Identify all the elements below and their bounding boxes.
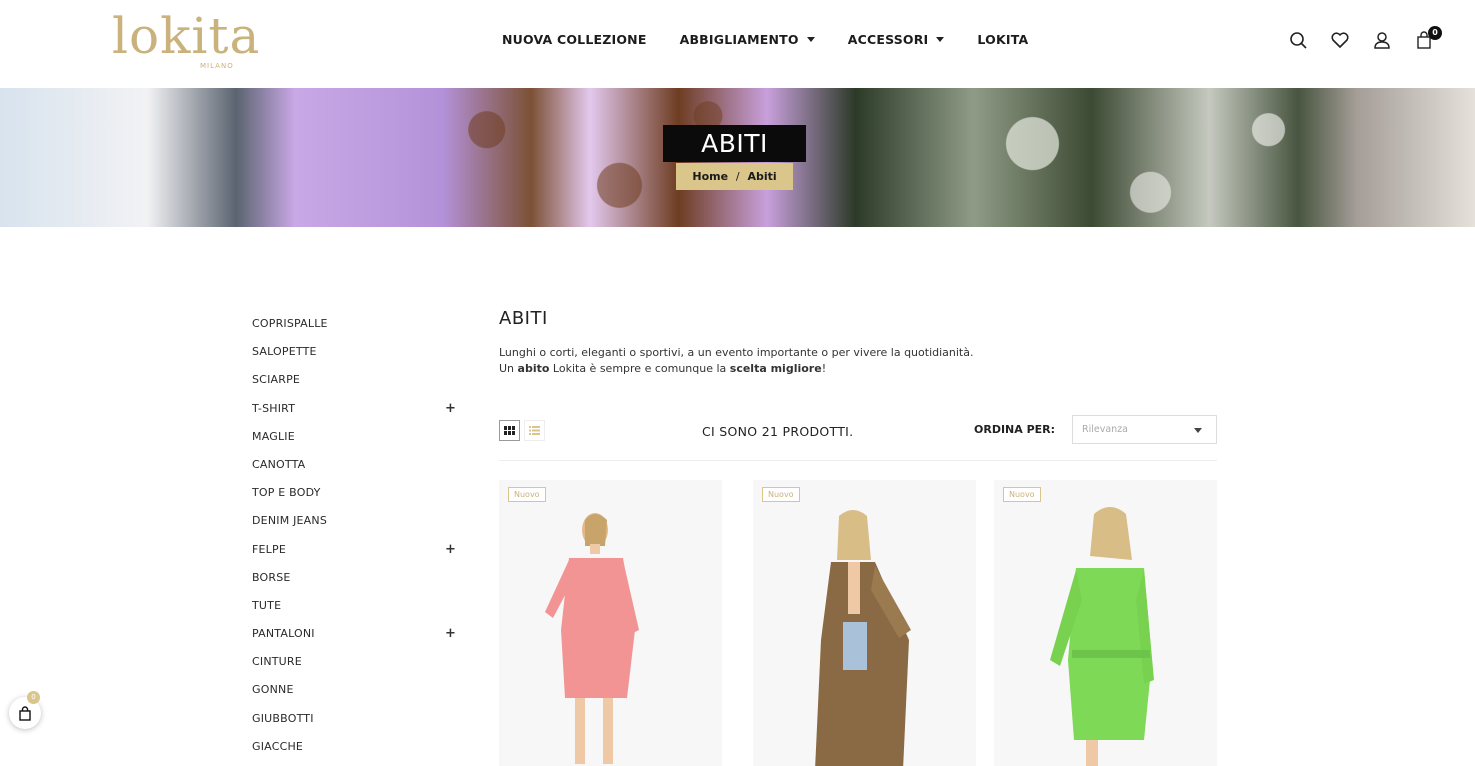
main-content: ABITI Lunghi o corti, eleganti o sportiv… — [499, 308, 1217, 766]
sidebar-category[interactable]: MAGLIE — [252, 428, 462, 456]
sidebar-category-label: SCIARPE — [252, 373, 301, 387]
breadcrumb-current: Abiti — [747, 170, 777, 183]
chevron-down-icon — [1194, 428, 1202, 433]
breadcrumb-home[interactable]: Home — [692, 170, 728, 183]
sidebar-category[interactable]: GIACCHE — [252, 738, 462, 766]
description-line-2: Un abito Lokita è sempre e comunque la s… — [499, 362, 827, 375]
product-grid: Nuovo Nuovo Nuovo — [499, 480, 1217, 766]
search-icon[interactable] — [1288, 30, 1308, 50]
page-title: ABITI — [499, 308, 548, 329]
product-image — [545, 513, 639, 764]
logo-subtitle: MILANO — [200, 62, 234, 70]
product-card[interactable]: Nuovo — [499, 480, 722, 766]
nav-item-label: ABBIGLIAMENTO — [679, 32, 799, 47]
sidebar-category[interactable]: PANTALONI + — [252, 625, 462, 653]
sidebar-category-label: MAGLIE — [252, 429, 295, 443]
sidebar-category-label: BORSE — [252, 570, 291, 584]
product-image — [815, 510, 911, 766]
hero-banner: ABITI Home / Abiti — [0, 88, 1475, 227]
nav-item-accessori[interactable]: ACCESSORI — [848, 32, 945, 47]
sidebar-category-label: GIACCHE — [252, 739, 304, 753]
category-description: Lunghi o corti, eleganti o sportivi, a u… — [499, 345, 1217, 377]
sidebar-category-label: GIUBBOTTI — [252, 711, 314, 725]
sidebar-category[interactable]: TOP E BODY — [252, 484, 462, 512]
nav-item-abbigliamento[interactable]: ABBIGLIAMENTO — [680, 32, 815, 47]
list-view-button[interactable] — [524, 420, 545, 441]
cart-count-badge: 0 — [1428, 26, 1442, 40]
site-header: lokita MILANO NUOVA COLLEZIONE ABBIGLIAM… — [0, 0, 1475, 88]
expand-plus-icon[interactable]: + — [445, 400, 456, 418]
sidebar-category[interactable]: SALOPETTE — [252, 343, 462, 371]
category-sidebar: COPRISPALLE SALOPETTE SCIARPE T-SHIRT + MAGLI… — [252, 315, 462, 766]
nav-item-nuova-collezione[interactable]: NUOVA COLLEZIONE — [502, 32, 647, 47]
product-image — [1050, 507, 1154, 766]
new-badge: Nuovo — [762, 487, 800, 502]
sort-select[interactable]: Rilevanza — [1072, 415, 1217, 444]
sidebar-category[interactable]: GONNE — [252, 681, 462, 709]
sidebar-category-label: TOP E BODY — [252, 486, 321, 500]
sidebar-category[interactable]: COPRISPALLE — [252, 315, 462, 343]
expand-plus-icon[interactable]: + — [445, 541, 456, 559]
bag-icon — [19, 705, 31, 721]
sort-label: ORDINA PER: — [974, 423, 1056, 436]
nav-item-label: LOKITA — [977, 32, 1029, 47]
new-badge: Nuovo — [1003, 487, 1041, 502]
hero-title: ABITI — [663, 125, 806, 162]
chevron-down-icon — [806, 37, 815, 42]
sidebar-category-label: CANOTTA — [252, 457, 306, 471]
sidebar-category-label: TUTE — [252, 598, 282, 612]
logo-wordmark: lokita — [112, 7, 261, 65]
breadcrumb-separator: / — [735, 170, 740, 183]
sidebar-category[interactable]: CANOTTA — [252, 456, 462, 484]
sidebar-category-label: T-SHIRT — [252, 401, 296, 415]
header-icons: 0 — [1288, 26, 1442, 50]
sidebar-category[interactable]: GIUBBOTTI — [252, 710, 462, 738]
sidebar-category-label: CINTURE — [252, 655, 302, 669]
heart-icon[interactable] — [1330, 30, 1350, 50]
breadcrumb: Home / Abiti — [676, 163, 793, 190]
nav-item-lokita[interactable]: LOKITA — [977, 32, 1028, 47]
sidebar-category[interactable]: TUTE — [252, 597, 462, 625]
sidebar-category-label: SALOPETTE — [252, 345, 317, 359]
nav-item-label: NUOVA COLLEZIONE — [502, 32, 647, 47]
nav-item-label: ACCESSORI — [847, 32, 929, 47]
sidebar-category[interactable]: T-SHIRT + — [252, 400, 462, 428]
product-card[interactable]: Nuovo — [994, 480, 1217, 766]
floating-cart-count: 0 — [27, 691, 40, 704]
list-icon — [529, 426, 540, 435]
logo[interactable]: lokita MILANO — [112, 4, 259, 74]
sidebar-category-label: FELPE — [252, 542, 286, 556]
sidebar-category[interactable]: SCIARPE — [252, 371, 462, 399]
sidebar-category[interactable]: CINTURE — [252, 653, 462, 681]
sidebar-category-label: GONNE — [252, 683, 294, 697]
new-badge: Nuovo — [508, 487, 546, 502]
main-nav: NUOVA COLLEZIONE ABBIGLIAMENTO ACCESSORI… — [502, 32, 1028, 47]
sidebar-category[interactable]: FELPE + — [252, 541, 462, 569]
cart-icon[interactable]: 0 — [1414, 26, 1442, 50]
sidebar-category-label: COPRISPALLE — [252, 317, 328, 330]
user-icon[interactable] — [1372, 30, 1392, 50]
grid-icon — [504, 426, 515, 435]
sidebar-category-label: DENIM JEANS — [252, 514, 328, 528]
product-toolbar: CI SONO 21 PRODOTTI. ORDINA PER: Rilevan… — [499, 415, 1217, 461]
sidebar-category-label: PANTALONI — [252, 627, 315, 641]
sidebar-category[interactable]: DENIM JEANS — [252, 512, 462, 540]
sort-selected-value: Rilevanza — [1082, 424, 1128, 435]
expand-plus-icon[interactable]: + — [445, 625, 456, 643]
description-line-1: Lunghi o corti, eleganti o sportivi, a u… — [499, 346, 974, 359]
chevron-down-icon — [936, 37, 945, 42]
product-card[interactable]: Nuovo — [753, 480, 976, 766]
grid-view-button[interactable] — [499, 420, 520, 441]
sidebar-category[interactable]: BORSE — [252, 569, 462, 597]
product-count: CI SONO 21 PRODOTTI. — [702, 424, 854, 439]
